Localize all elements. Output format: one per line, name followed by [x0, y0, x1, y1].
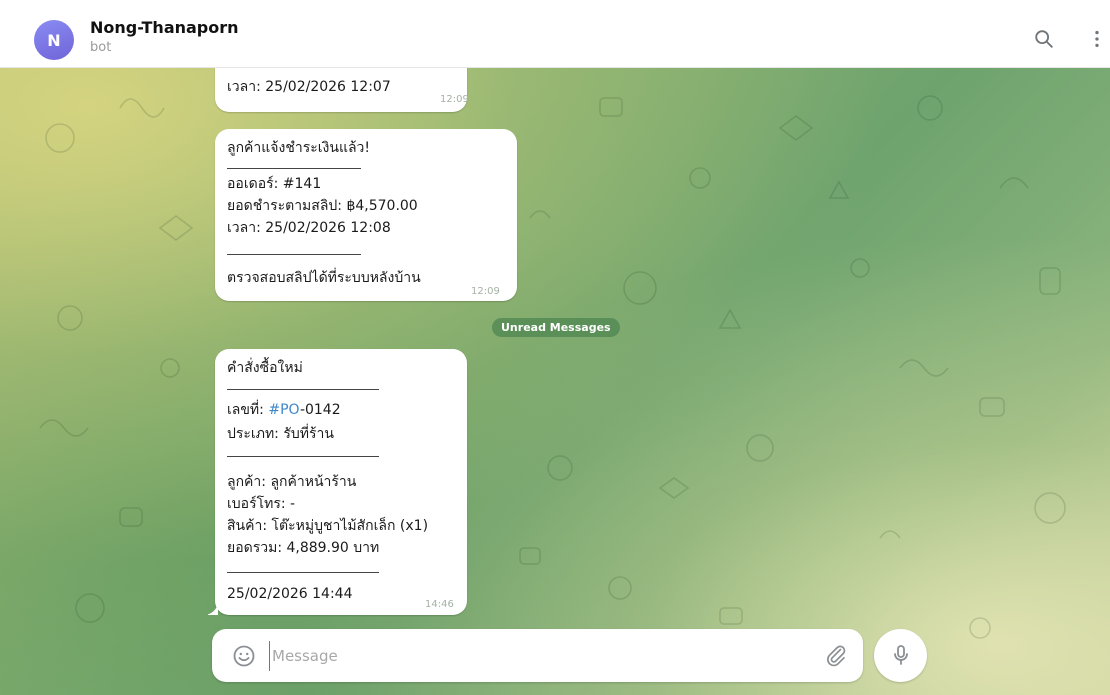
message-input[interactable] [269, 641, 774, 671]
message-line: ออเดอร์: #141 [227, 176, 322, 192]
chat-header: N Nong-Thanaporn bot [0, 0, 1110, 68]
chat-subtitle: bot [90, 40, 112, 55]
message-line: ลูกค้าแจ้งชำระเงินแล้ว! [227, 140, 371, 156]
message-line: เวลา: 25/02/2026 12:08 [227, 220, 391, 236]
message-bubble[interactable]: ลูกค้าแจ้งชำระเงินแล้ว! ออเดอร์: #141 ยอ… [215, 129, 517, 301]
order-number-label: เลขที่: [227, 402, 269, 418]
paperclip-icon[interactable] [824, 643, 848, 667]
message-line: เลขที่: #PO-0142 [227, 399, 341, 421]
message-line: ตรวจสอบสลิปได้ที่ระบบหลังบ้าน [227, 270, 421, 286]
separator-line [227, 572, 379, 573]
message-line: คำสั่งซื้อใหม่ [227, 360, 303, 376]
microphone-icon [894, 645, 908, 665]
message-bubble[interactable]: เวลา: 25/02/2026 12:07 12:09 [215, 68, 469, 112]
unread-messages-divider: Unread Messages [492, 318, 620, 337]
message-line: ประเภท: รับที่ร้าน [227, 426, 334, 442]
message-line: ยอดรวม: 4,889.90 บาท [227, 540, 380, 556]
hashtag-link[interactable]: #PO [268, 402, 300, 418]
message-line: เวลา: 25/02/2026 12:07 [227, 79, 391, 95]
more-vertical-icon[interactable] [1086, 28, 1108, 50]
chat-title[interactable]: Nong-Thanaporn [90, 18, 239, 37]
search-icon[interactable] [1033, 28, 1055, 50]
message-composer [212, 629, 863, 682]
message-line: สินค้า: โต๊ะหมู่บูชาไม้สักเล็ก (x1) [227, 518, 429, 534]
separator-line [227, 456, 379, 457]
message-time: 12:09 [471, 286, 500, 297]
message-bubble[interactable]: คำสั่งซื้อใหม่ เลขที่: #PO-0142 ประเภท: … [215, 349, 467, 615]
bubble-tail [208, 601, 218, 615]
chat-area[interactable]: เวลา: 25/02/2026 12:07 12:09 ลูกค้าแจ้งช… [0, 68, 1110, 695]
separator-line [227, 389, 379, 390]
message-time: 12:09 [440, 94, 469, 105]
message-time: 14:46 [425, 599, 454, 610]
microphone-button[interactable] [874, 629, 927, 682]
avatar[interactable]: N [34, 20, 74, 60]
order-number-value: -0142 [299, 402, 341, 418]
separator-line [227, 254, 361, 255]
message-line: 25/02/2026 14:44 [227, 586, 353, 602]
message-line: ลูกค้า: ลูกค้าหน้าร้าน [227, 474, 357, 490]
message-line: ยอดชำระตามสลิป: ฿4,570.00 [227, 198, 418, 214]
background-pattern [39, 95, 1066, 639]
separator-line [227, 168, 361, 169]
message-line: เบอร์โทร: - [227, 496, 296, 512]
emoji-icon[interactable] [232, 644, 256, 668]
